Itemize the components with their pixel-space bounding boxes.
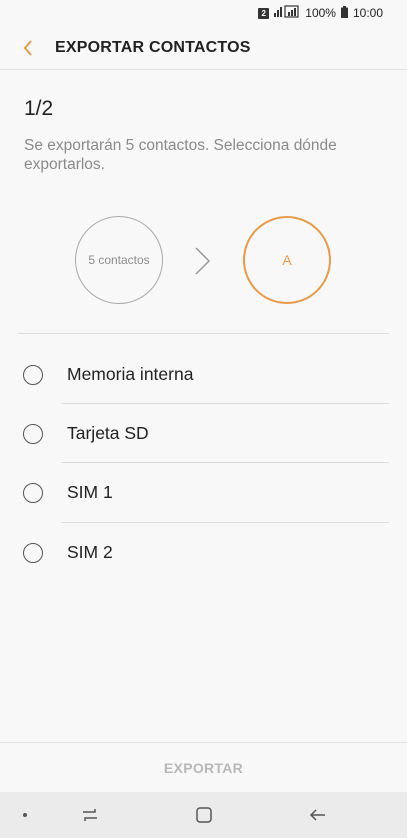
radio-button[interactable]: [23, 482, 43, 503]
action-bar: EXPORTAR: [0, 742, 407, 792]
sim-badge: 2: [258, 7, 270, 19]
back-button[interactable]: [0, 26, 55, 70]
battery-icon: [340, 5, 348, 21]
radio-button[interactable]: [23, 364, 43, 385]
option-label: SIM 2: [67, 542, 113, 562]
option-sim-2[interactable]: SIM 2: [0, 523, 407, 582]
option-sim-1[interactable]: SIM 1: [0, 463, 407, 522]
signal-icon: [274, 5, 300, 21]
destination-circle: A: [243, 216, 331, 304]
section-divider: [18, 333, 389, 334]
battery-percent: 100%: [305, 6, 336, 20]
chevron-right-icon: [195, 247, 211, 275]
recent-apps-icon[interactable]: [81, 806, 99, 824]
app-header: EXPORTAR CONTACTOS: [0, 26, 407, 70]
source-label: 5 contactos: [88, 253, 150, 267]
destination-label: A: [282, 252, 292, 268]
step-indicator: 1/2: [24, 97, 54, 120]
back-nav-icon[interactable]: [309, 806, 327, 824]
export-button[interactable]: EXPORTAR: [164, 760, 243, 776]
page-title: EXPORTAR CONTACTOS: [55, 38, 251, 56]
option-memoria-interna[interactable]: Memoria interna: [0, 345, 407, 404]
option-label: SIM 1: [67, 482, 113, 502]
chevron-left-icon: [23, 39, 32, 56]
description-text: Se exportarán 5 contactos. Selecciona dó…: [24, 137, 337, 173]
source-circle: 5 contactos: [75, 216, 163, 304]
option-tarjeta-sd[interactable]: Tarjeta SD: [0, 404, 407, 463]
status-bar: 2 100% 10:00: [0, 0, 407, 26]
option-label: Memoria interna: [67, 364, 194, 384]
nav-dot-icon: [23, 813, 27, 817]
system-nav-bar: [0, 792, 407, 838]
clock: 10:00: [352, 6, 383, 20]
radio-button[interactable]: [23, 542, 43, 563]
radio-button[interactable]: [23, 423, 43, 444]
home-icon[interactable]: [195, 806, 213, 824]
option-label: Tarjeta SD: [67, 423, 149, 443]
